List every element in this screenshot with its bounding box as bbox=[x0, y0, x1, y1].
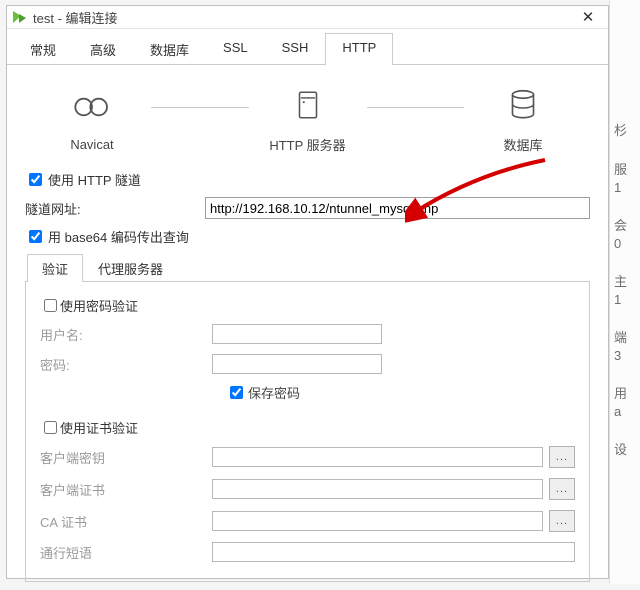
client-cert-input[interactable] bbox=[212, 479, 543, 499]
client-key-browse-button[interactable]: ... bbox=[549, 446, 575, 468]
auth-panel: 使用密码验证 用户名: 密码: 保存密码 使用证书验证 客户端密钥 .. bbox=[25, 282, 590, 582]
username-input[interactable] bbox=[212, 324, 382, 344]
connector-line bbox=[367, 107, 465, 108]
passphrase-input[interactable] bbox=[212, 542, 575, 562]
bg-text: 端 bbox=[614, 327, 640, 346]
bg-text: 1 bbox=[614, 180, 640, 195]
client-cert-label: 客户端证书 bbox=[40, 480, 212, 499]
database-label: 数据库 bbox=[503, 135, 542, 154]
use-password-label: 使用密码验证 bbox=[60, 296, 138, 315]
ca-cert-input[interactable] bbox=[212, 511, 543, 531]
background-panel: 杉 服 1 会 0 主 1 端 3 用 a 设 bbox=[609, 0, 640, 584]
password-label: 密码: bbox=[40, 355, 212, 374]
tab-http[interactable]: HTTP bbox=[325, 33, 393, 65]
connection-diagram: Navicat HTTP 服务器 数据库 bbox=[7, 65, 608, 162]
use-password-checkbox[interactable] bbox=[44, 299, 57, 312]
bg-text: 服 bbox=[614, 159, 640, 178]
tab-database[interactable]: 数据库 bbox=[133, 33, 206, 65]
passphrase-label: 通行短语 bbox=[40, 543, 212, 562]
httpserver-label: HTTP 服务器 bbox=[269, 135, 345, 154]
base64-label: 用 base64 编码传出查询 bbox=[48, 227, 189, 246]
tab-ssl[interactable]: SSL bbox=[206, 33, 265, 65]
use-tunnel-checkbox[interactable] bbox=[29, 173, 42, 186]
use-tunnel-label: 使用 HTTP 隧道 bbox=[48, 170, 141, 189]
form-area: 使用 HTTP 隧道 隧道网址: 用 base64 编码传出查询 验证 代理服务… bbox=[7, 162, 608, 590]
client-key-input[interactable] bbox=[212, 447, 543, 467]
password-input[interactable] bbox=[212, 354, 382, 374]
subtab-auth[interactable]: 验证 bbox=[27, 254, 83, 282]
titlebar: test - 编辑连接 ✕ bbox=[7, 6, 608, 29]
tunnel-url-row: 隧道网址: bbox=[25, 193, 590, 223]
close-button[interactable]: ✕ bbox=[574, 6, 602, 28]
client-key-label: 客户端密钥 bbox=[40, 448, 212, 467]
bg-text: 用 bbox=[614, 383, 640, 402]
bg-text: 设 bbox=[614, 439, 640, 458]
bg-text: a bbox=[614, 404, 640, 419]
server-icon bbox=[286, 83, 330, 127]
use-cert-label: 使用证书验证 bbox=[60, 418, 138, 437]
database-icon bbox=[501, 83, 545, 127]
use-tunnel-row: 使用 HTTP 隧道 bbox=[25, 166, 590, 193]
navicat-icon bbox=[70, 85, 114, 129]
bg-text: 杉 bbox=[614, 120, 640, 139]
window-title: test - 编辑连接 bbox=[33, 8, 574, 27]
sub-tabs: 验证 代理服务器 bbox=[25, 254, 590, 282]
tunnel-url-label: 隧道网址: bbox=[25, 199, 205, 218]
navicat-label: Navicat bbox=[70, 137, 113, 152]
use-cert-checkbox[interactable] bbox=[44, 421, 57, 434]
httpserver-node: HTTP 服务器 bbox=[253, 83, 363, 154]
bg-text: 0 bbox=[614, 236, 640, 251]
bg-text: 3 bbox=[614, 348, 640, 363]
base64-row: 用 base64 编码传出查询 bbox=[25, 223, 590, 250]
tunnel-url-input[interactable] bbox=[205, 197, 590, 219]
bg-text: 主 bbox=[614, 271, 640, 290]
client-cert-browse-button[interactable]: ... bbox=[549, 478, 575, 500]
database-node: 数据库 bbox=[468, 83, 578, 154]
base64-checkbox[interactable] bbox=[29, 230, 42, 243]
main-tabs: 常规 高级 数据库 SSL SSH HTTP bbox=[7, 29, 608, 65]
bg-text: 会 bbox=[614, 215, 640, 234]
subtab-proxy[interactable]: 代理服务器 bbox=[83, 254, 178, 282]
connector-line bbox=[151, 107, 249, 108]
save-password-label: 保存密码 bbox=[248, 383, 300, 402]
save-password-checkbox[interactable] bbox=[230, 386, 243, 399]
ca-cert-browse-button[interactable]: ... bbox=[549, 510, 575, 532]
tab-advanced[interactable]: 高级 bbox=[73, 33, 133, 65]
username-label: 用户名: bbox=[40, 325, 212, 344]
tab-general[interactable]: 常规 bbox=[13, 33, 73, 65]
app-logo-icon bbox=[11, 9, 27, 25]
tab-ssh[interactable]: SSH bbox=[265, 33, 326, 65]
navicat-node: Navicat bbox=[37, 85, 147, 152]
bg-text: 1 bbox=[614, 292, 640, 307]
ca-cert-label: CA 证书 bbox=[40, 512, 212, 531]
dialog-window: test - 编辑连接 ✕ 常规 高级 数据库 SSL SSH HTTP Nav… bbox=[6, 5, 609, 579]
